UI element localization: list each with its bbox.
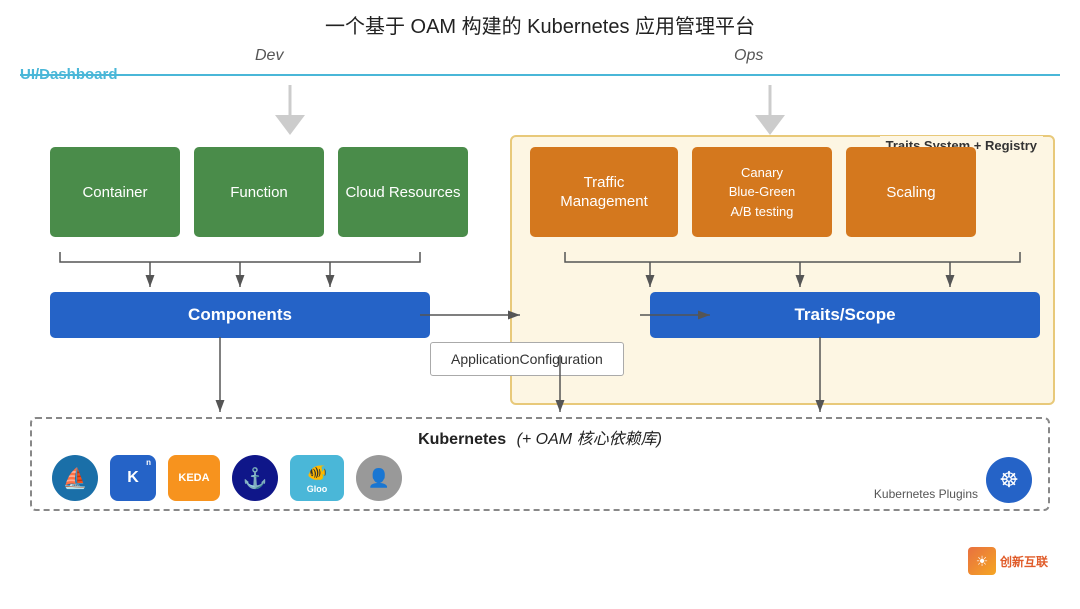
sail-icon: ⛵ [52,455,98,501]
ops-arrow-area: Ops [734,47,763,65]
ui-dashboard-label: UI/Dashboard [20,66,126,84]
dev-label: Dev [255,47,283,65]
diagram-area: UI/Dashboard Dev Ops Traits System + Reg… [20,47,1060,577]
agent-icon: 👤 [356,455,402,501]
page-title: 一个基于 OAM 构建的 Kubernetes 应用管理平台 [20,10,1060,39]
kubernetes-label: Kubernetes (+ OAM 核心依赖库) [48,425,1032,449]
kubernetes-suffix: (+ OAM 核心依赖库) [517,431,662,448]
keda-icon: KEDA [168,455,220,501]
watermark: ☀ 创新互联 [968,547,1048,575]
kubernetes-row: Kubernetes (+ OAM 核心依赖库) ⛵ Kn KEDA ⚓ 🐠 G… [30,417,1050,511]
traits-scope-bar: Traits/Scope [650,292,1040,338]
app-config-box: ApplicationConfiguration [430,342,624,376]
scaling-box: Scaling [846,147,976,237]
watermark-text: 创新互联 [1000,553,1048,570]
helm-icon: ⚓ [232,455,278,501]
canary-box: CanaryBlue-GreenA/B testing [692,147,832,237]
app-config-area: ApplicationConfiguration [430,342,624,376]
orange-boxes-row: TrafficManagement CanaryBlue-GreenA/B te… [530,147,976,237]
knative-icon: Kn [110,455,156,501]
gloo-icon: 🐠 Gloo [290,455,344,501]
components-bar: Components [50,292,430,338]
kubernetes-text: Kubernetes [418,431,506,448]
main-container: 一个基于 OAM 构建的 Kubernetes 应用管理平台 [0,0,1080,609]
cloud-resources-box: Cloud Resources [338,147,468,237]
function-box: Function [194,147,324,237]
k8s-wheel-icon: ☸ [986,457,1032,503]
traffic-management-box: TrafficManagement [530,147,678,237]
container-box: Container [50,147,180,237]
title-text: 一个基于 OAM 构建的 Kubernetes 应用管理平台 [325,16,755,38]
green-boxes-row: Container Function Cloud Resources [50,147,468,237]
k8s-plugins-label: Kubernetes Plugins [874,487,978,501]
ops-label: Ops [734,47,763,65]
dev-arrow-area: Dev [255,47,283,65]
watermark-icon: ☀ [968,547,996,575]
